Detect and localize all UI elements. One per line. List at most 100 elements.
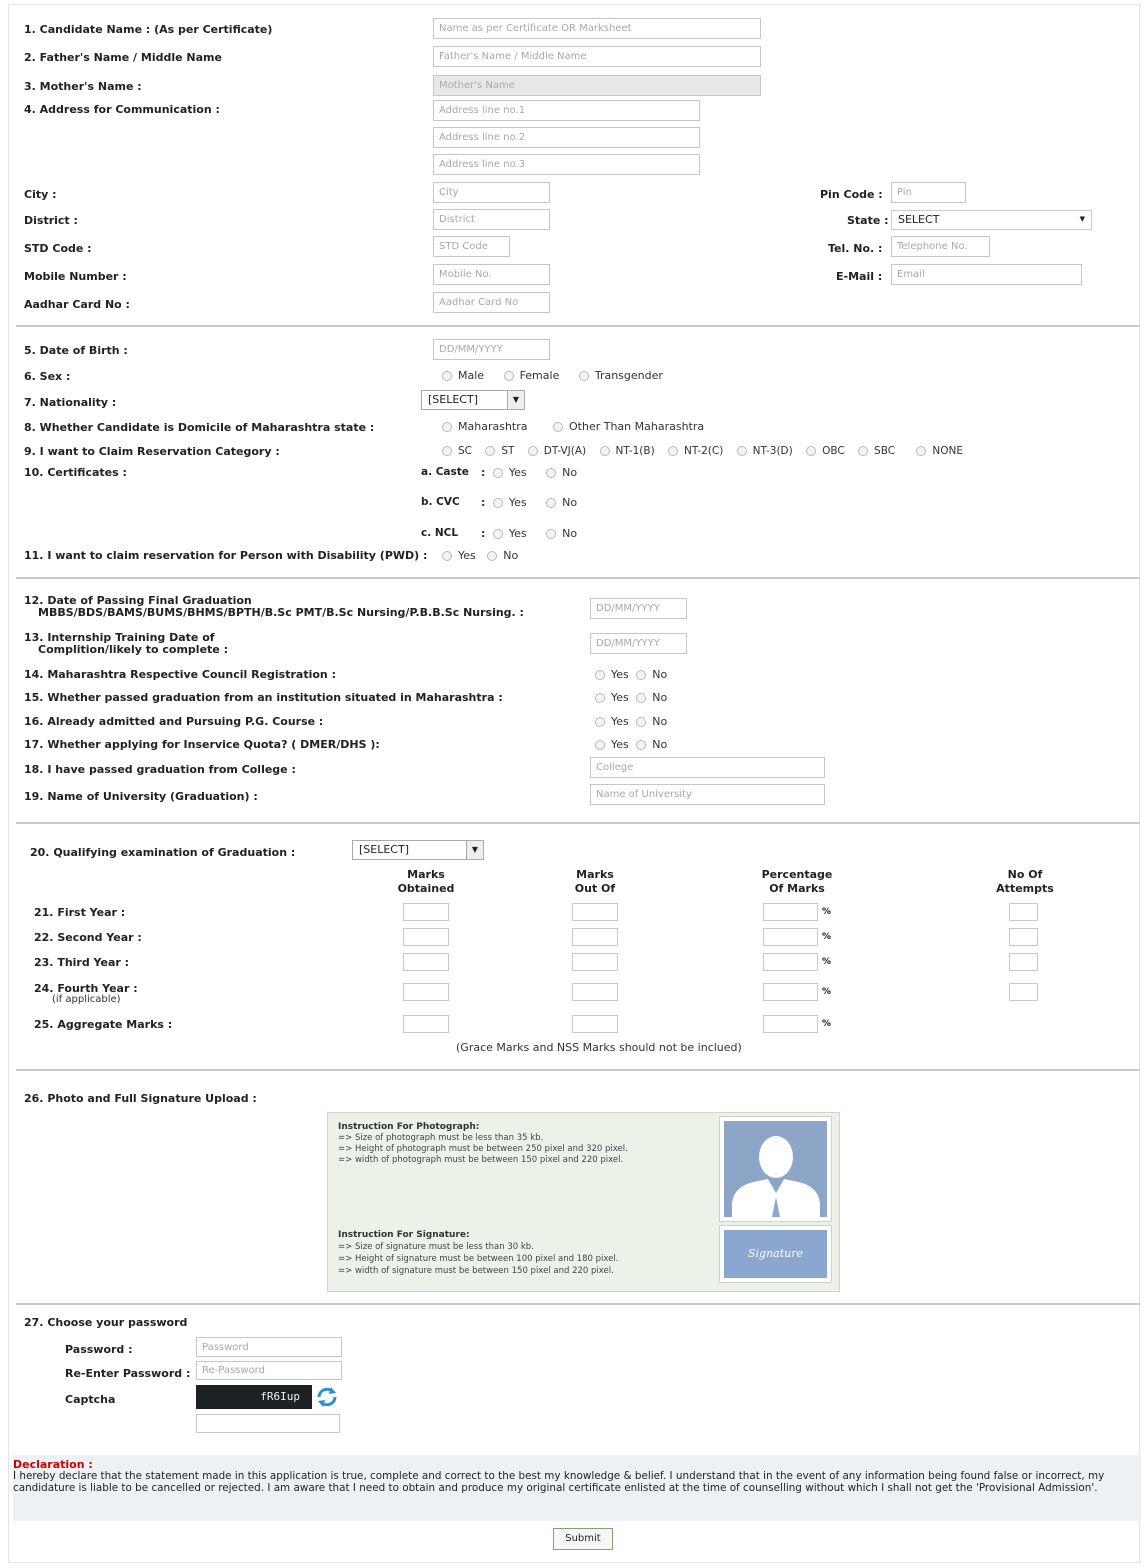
radio-icon [595, 693, 605, 703]
inservice-no[interactable]: No [636, 738, 667, 751]
category-option-sc[interactable]: SC [442, 445, 472, 457]
address-line2-input[interactable] [433, 127, 700, 148]
address-line1-input[interactable] [433, 100, 700, 121]
second-year-attempts-input[interactable] [1009, 928, 1038, 946]
section-divider [16, 577, 1140, 579]
first-year-outof-input[interactable] [572, 903, 618, 921]
mobile-input[interactable] [433, 264, 550, 285]
caste-yes[interactable]: Yes [492, 466, 527, 479]
domicile-option-other[interactable]: Other Than Maharashtra [553, 420, 704, 433]
institution-no[interactable]: No [636, 691, 667, 704]
second-year-outof-input[interactable] [572, 928, 618, 946]
ncl-no[interactable]: No [546, 527, 577, 540]
fourth-year-outof-input[interactable] [572, 983, 618, 1001]
pursuing-pg-yes[interactable]: Yes [595, 715, 629, 728]
district-input[interactable] [433, 209, 550, 230]
radio-icon [636, 693, 647, 703]
cvc-label: b. CVC [421, 496, 460, 508]
qualifying-exam-select[interactable]: [SELECT] ▼ [352, 840, 484, 860]
email-input[interactable] [891, 264, 1082, 285]
category-option-st[interactable]: ST [485, 445, 514, 457]
passing-date-courses-label: MBBS/BDS/BAMS/BUMS/BHMS/BPTH/B.Sc PMT/B.… [38, 606, 524, 619]
tel-no-input[interactable] [891, 236, 990, 257]
domicile-label: 8. Whether Candidate is Domicile of Maha… [24, 421, 375, 434]
first-year-label: 21. First Year : [34, 906, 126, 919]
council-no[interactable]: No [636, 668, 667, 681]
sex-option-transgender[interactable]: Transgender [578, 369, 663, 382]
category-option-obc[interactable]: OBC [806, 445, 845, 457]
cvc-no[interactable]: No [546, 496, 577, 509]
sex-option-male[interactable]: Male [442, 369, 484, 382]
radio-icon [442, 371, 452, 381]
domicile-option-maharashtra[interactable]: Maharashtra [442, 420, 528, 433]
university-input[interactable] [590, 784, 825, 805]
signature-instruction-line: => Height of signature must be between 1… [338, 1254, 619, 1264]
aggregate-percentage-input[interactable] [763, 1015, 818, 1033]
ncl-yes[interactable]: Yes [492, 527, 527, 540]
city-input[interactable] [433, 182, 550, 203]
pursuing-pg-no[interactable]: No [636, 715, 667, 728]
second-year-obtained-input[interactable] [403, 928, 449, 946]
captcha-input[interactable] [196, 1414, 340, 1433]
sex-option-female[interactable]: Female [503, 369, 559, 382]
cvc-yes[interactable]: Yes [492, 496, 527, 509]
fourth-year-obtained-input[interactable] [403, 983, 449, 1001]
state-select[interactable]: SELECT ▼ [891, 210, 1092, 230]
mother-name-label: 3. Mother's Name : [24, 80, 142, 93]
password-section-title: 27. Choose your password [24, 1316, 188, 1329]
re-password-input[interactable] [196, 1361, 342, 1380]
mobile-label: Mobile Number : [24, 270, 127, 283]
passing-date-input[interactable] [590, 598, 687, 619]
refresh-icon[interactable] [315, 1386, 339, 1408]
category-option-dt-vj[interactable]: DT-VJ(A) [527, 445, 586, 457]
council-yes[interactable]: Yes [595, 668, 629, 681]
dob-input[interactable] [433, 339, 550, 360]
qualifying-exam-label: 20. Qualifying examination of Graduation… [30, 846, 296, 859]
category-option-none[interactable]: NONE [916, 445, 963, 457]
aggregate-obtained-input[interactable] [403, 1015, 449, 1033]
pwd-no[interactable]: No [487, 549, 518, 562]
qualifying-exam-select-value: [SELECT] [359, 843, 409, 856]
first-year-obtained-input[interactable] [403, 903, 449, 921]
signature-upload-frame[interactable]: Signature [719, 1225, 832, 1283]
address-line3-input[interactable] [433, 154, 700, 175]
father-name-input[interactable] [433, 46, 761, 67]
std-code-input[interactable] [433, 236, 510, 257]
fourth-year-percentage-input[interactable] [763, 983, 818, 1001]
internship-date-input[interactable] [590, 633, 687, 654]
institution-yes[interactable]: Yes [595, 691, 629, 704]
third-year-percentage-input[interactable] [763, 953, 818, 971]
first-year-percentage-input[interactable] [763, 903, 818, 921]
pin-code-input[interactable] [891, 182, 966, 203]
aggregate-outof-input[interactable] [572, 1015, 618, 1033]
radio-icon [485, 446, 496, 456]
third-year-obtained-input[interactable] [403, 953, 449, 971]
signature-preview: Signature [724, 1230, 827, 1278]
percentage-header: Percentage Of Marks [761, 868, 833, 895]
marks-obtained-header: Marks Obtained [397, 868, 455, 895]
third-year-attempts-input[interactable] [1009, 953, 1038, 971]
submit-button[interactable]: Submit [553, 1528, 613, 1550]
candidate-name-input[interactable] [433, 18, 761, 39]
college-input[interactable] [590, 757, 825, 778]
third-year-outof-input[interactable] [572, 953, 618, 971]
radio-icon [595, 717, 605, 727]
category-option-nt3[interactable]: NT-3(D) [736, 445, 793, 457]
pwd-yes[interactable]: Yes [442, 549, 476, 562]
nationality-select[interactable]: [SELECT] ▼ [421, 390, 525, 410]
aadhar-input[interactable] [433, 292, 550, 313]
second-year-percentage-input[interactable] [763, 928, 818, 946]
radio-icon [487, 551, 498, 561]
mother-name-input[interactable] [433, 75, 761, 96]
caste-no[interactable]: No [546, 466, 577, 479]
fourth-year-attempts-input[interactable] [1009, 983, 1038, 1001]
inservice-yes[interactable]: Yes [595, 738, 629, 751]
category-option-nt2[interactable]: NT-2(C) [668, 445, 723, 457]
category-option-nt1[interactable]: NT-1(B) [599, 445, 655, 457]
password-input[interactable] [196, 1337, 342, 1357]
photo-upload-frame[interactable] [719, 1116, 832, 1222]
first-year-attempts-input[interactable] [1009, 903, 1038, 921]
radio-icon [636, 740, 647, 750]
cvc-radio-group: : Yes No [481, 496, 578, 509]
category-option-sbc[interactable]: SBC [858, 445, 895, 457]
